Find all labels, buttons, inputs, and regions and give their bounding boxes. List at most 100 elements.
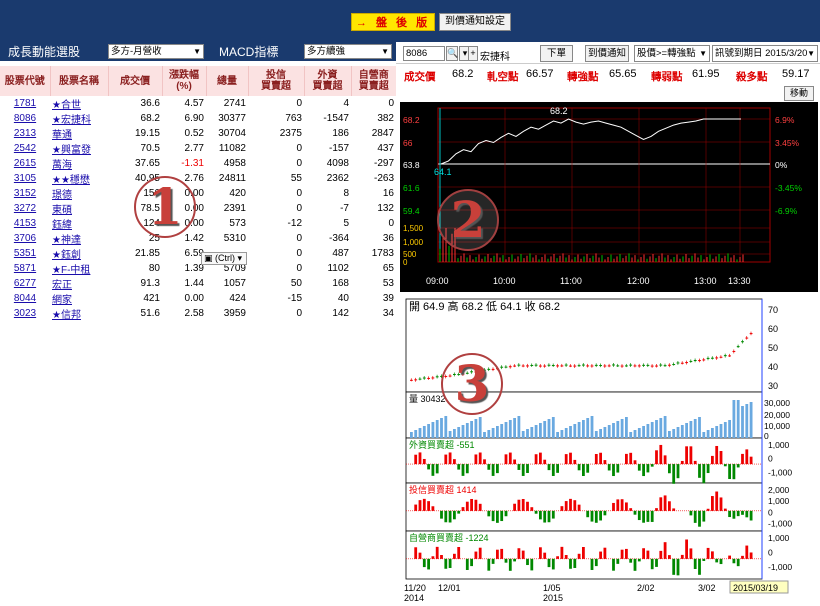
candle: [500, 366, 504, 368]
net-bar: [526, 501, 529, 511]
col-header-volume[interactable]: 總量: [206, 66, 249, 96]
col-header-trust[interactable]: 投信 買賣超: [248, 66, 305, 96]
net-bar: [474, 454, 478, 465]
net-bar: [457, 510, 461, 514]
stock-name-link[interactable]: ★宏捷科: [50, 111, 108, 126]
stock-code-link[interactable]: 2542: [0, 141, 50, 156]
stock-code-link[interactable]: 5351: [0, 246, 50, 261]
stock-code-link[interactable]: 3105: [0, 171, 50, 186]
net-bar: [706, 508, 710, 511]
quote-label: 軋空點: [487, 71, 519, 83]
table-row[interactable]: 2313 華通 19.15 0.52 30704 2375 186 2847: [0, 126, 396, 141]
stock-name-link[interactable]: 璟德: [50, 186, 108, 201]
stock-code-link[interactable]: 6277: [0, 276, 50, 291]
net-bar: [594, 510, 598, 523]
candle: [607, 365, 611, 367]
volume-bar: [637, 428, 641, 438]
price-alert-setting-button[interactable]: 到價通知設定: [439, 13, 511, 31]
stock-code-link[interactable]: 2313: [0, 126, 50, 141]
candle: [672, 364, 676, 366]
net-bar: [719, 497, 723, 511]
candle: [521, 365, 525, 367]
foreign-net-cell: 40: [337, 293, 349, 304]
table-row[interactable]: 3152 璟德 156 0.00 420 0 8 16: [0, 186, 396, 201]
foreign-net-cell: -1547: [323, 113, 349, 124]
trust-net-cell: 0: [296, 188, 302, 199]
stock-code-link[interactable]: 4153: [0, 216, 50, 231]
stock-name-link[interactable]: ★興富發: [50, 141, 108, 156]
stock-name-link[interactable]: ★F-中租: [50, 261, 108, 276]
table-row[interactable]: 5871 ★F-中租 80 1.39 5709 0 1102 65: [0, 261, 396, 276]
table-row[interactable]: 8044 網家 421 0.00 424 -15 40 39: [0, 291, 396, 306]
table-row[interactable]: 1781 ★合世 36.6 4.57 2741 0 4 0: [0, 96, 396, 111]
candle: [629, 364, 633, 366]
net-bar: [668, 501, 671, 511]
expiry-date-select[interactable]: 訊號到期日 2015/3/20 ▼: [712, 45, 818, 62]
stock-name-link[interactable]: ★神達: [50, 231, 108, 246]
stock-name-link[interactable]: 宏正: [50, 276, 108, 291]
stock-code-link[interactable]: 2615: [0, 156, 50, 171]
table-row[interactable]: 2615 萬海 37.65 -1.31 4958 0 4098 -297: [0, 156, 396, 171]
growth-screener-select[interactable]: 多方-月營收 ▼: [108, 44, 204, 59]
col-header-price[interactable]: 成交價: [108, 66, 163, 96]
condition-select[interactable]: 股價>=轉強點 ▼: [634, 45, 710, 62]
table-row[interactable]: 8086 ★宏捷科 68.2 6.90 30377 763 -1547 382: [0, 111, 396, 126]
table-row[interactable]: 6277 宏正 91.3 1.44 1057 50 168 53: [0, 276, 396, 291]
order-button[interactable]: 下單: [540, 45, 573, 62]
net-bar: [491, 464, 495, 476]
table-row[interactable]: 3272 東碩 78.5 0.00 2391 0 -7 132: [0, 201, 396, 216]
net-tick-label: 0: [768, 548, 773, 558]
stock-code-link[interactable]: 5871: [0, 261, 50, 276]
add-icon[interactable]: +: [468, 46, 478, 61]
quote-value: 65.65: [609, 68, 637, 80]
col-header-change[interactable]: 漲跌幅 (%): [162, 66, 207, 96]
net-bar: [736, 510, 740, 517]
percent-tick-label: 6.9%: [775, 115, 795, 125]
kline-panel[interactable]: 開 64.9 高 68.2 低 64.1 收 68.2 70 60 50 40 30 量 3…: [404, 297, 818, 603]
price-tick-label: 66: [403, 138, 413, 148]
stock-code-link[interactable]: 3706: [0, 231, 50, 246]
volume-cell: 3959: [223, 308, 246, 319]
stock-name-link[interactable]: ★合世: [50, 96, 108, 111]
net-bar: [586, 464, 590, 473]
net-bar: [448, 510, 452, 523]
volume-bar: [500, 424, 504, 438]
stock-name-link[interactable]: 網家: [50, 291, 108, 306]
table-row[interactable]: 4153 鈺緯 124 0.00 573 -12 5 0: [0, 216, 396, 231]
volume-cell: 420: [229, 188, 246, 199]
search-icon[interactable]: 🔍: [446, 46, 458, 61]
stock-name-link[interactable]: ★★穩懋: [50, 171, 108, 186]
net-bar: [577, 553, 581, 559]
stock-code-link[interactable]: 8086: [0, 111, 50, 126]
table-row[interactable]: 5351 ★鈺創 21.85 6.59 0 487 1783: [0, 246, 396, 261]
move-button[interactable]: 移動: [784, 86, 814, 101]
col-header-foreign[interactable]: 外資 買賣超: [304, 66, 352, 96]
stock-name-link[interactable]: 東碩: [50, 201, 108, 216]
stock-name-link[interactable]: 華通: [50, 126, 108, 141]
stock-code-link[interactable]: 3152: [0, 186, 50, 201]
stock-code-link[interactable]: 3023: [0, 306, 50, 321]
stock-name-link[interactable]: 萬海: [50, 156, 108, 171]
stock-name-link[interactable]: ★鈺創: [50, 246, 108, 261]
after-hours-button[interactable]: → 盤 後 版: [351, 13, 435, 31]
col-header-name[interactable]: 股票名稱: [50, 66, 109, 96]
table-row[interactable]: 2542 ★興富發 70.5 2.77 11082 0 -157 437: [0, 141, 396, 156]
macd-select[interactable]: 多方續強 ▼: [304, 44, 392, 59]
candle: [650, 365, 654, 367]
volume-bar: [418, 428, 422, 438]
stock-code-link[interactable]: 8044: [0, 291, 50, 306]
net-bar: [711, 551, 714, 559]
paste-options-tag[interactable]: ▣ (Ctrl) ▾: [201, 252, 247, 265]
stock-code-link[interactable]: 1781: [0, 96, 50, 111]
table-row[interactable]: 3105 ★★穩懋 40.95 2.76 24811 55 2362 -263: [0, 171, 396, 186]
stock-code-input[interactable]: 8086: [403, 46, 445, 61]
table-row[interactable]: 3023 ★信邦 51.6 2.58 3959 0 142 34: [0, 306, 396, 321]
col-header-dealer[interactable]: 自營商 買賣超: [351, 66, 396, 96]
col-header-code[interactable]: 股票代號: [0, 66, 51, 96]
stock-name-link[interactable]: 鈺緯: [50, 216, 108, 231]
table-row[interactable]: 3706 ★神達 25 1.42 5310 0 -364 36: [0, 231, 396, 246]
stock-name-link[interactable]: ★信邦: [50, 306, 108, 321]
price-alert-button[interactable]: 到價通知: [585, 45, 629, 62]
stock-code-link[interactable]: 3272: [0, 201, 50, 216]
date-year-label: 2014: [404, 593, 424, 603]
